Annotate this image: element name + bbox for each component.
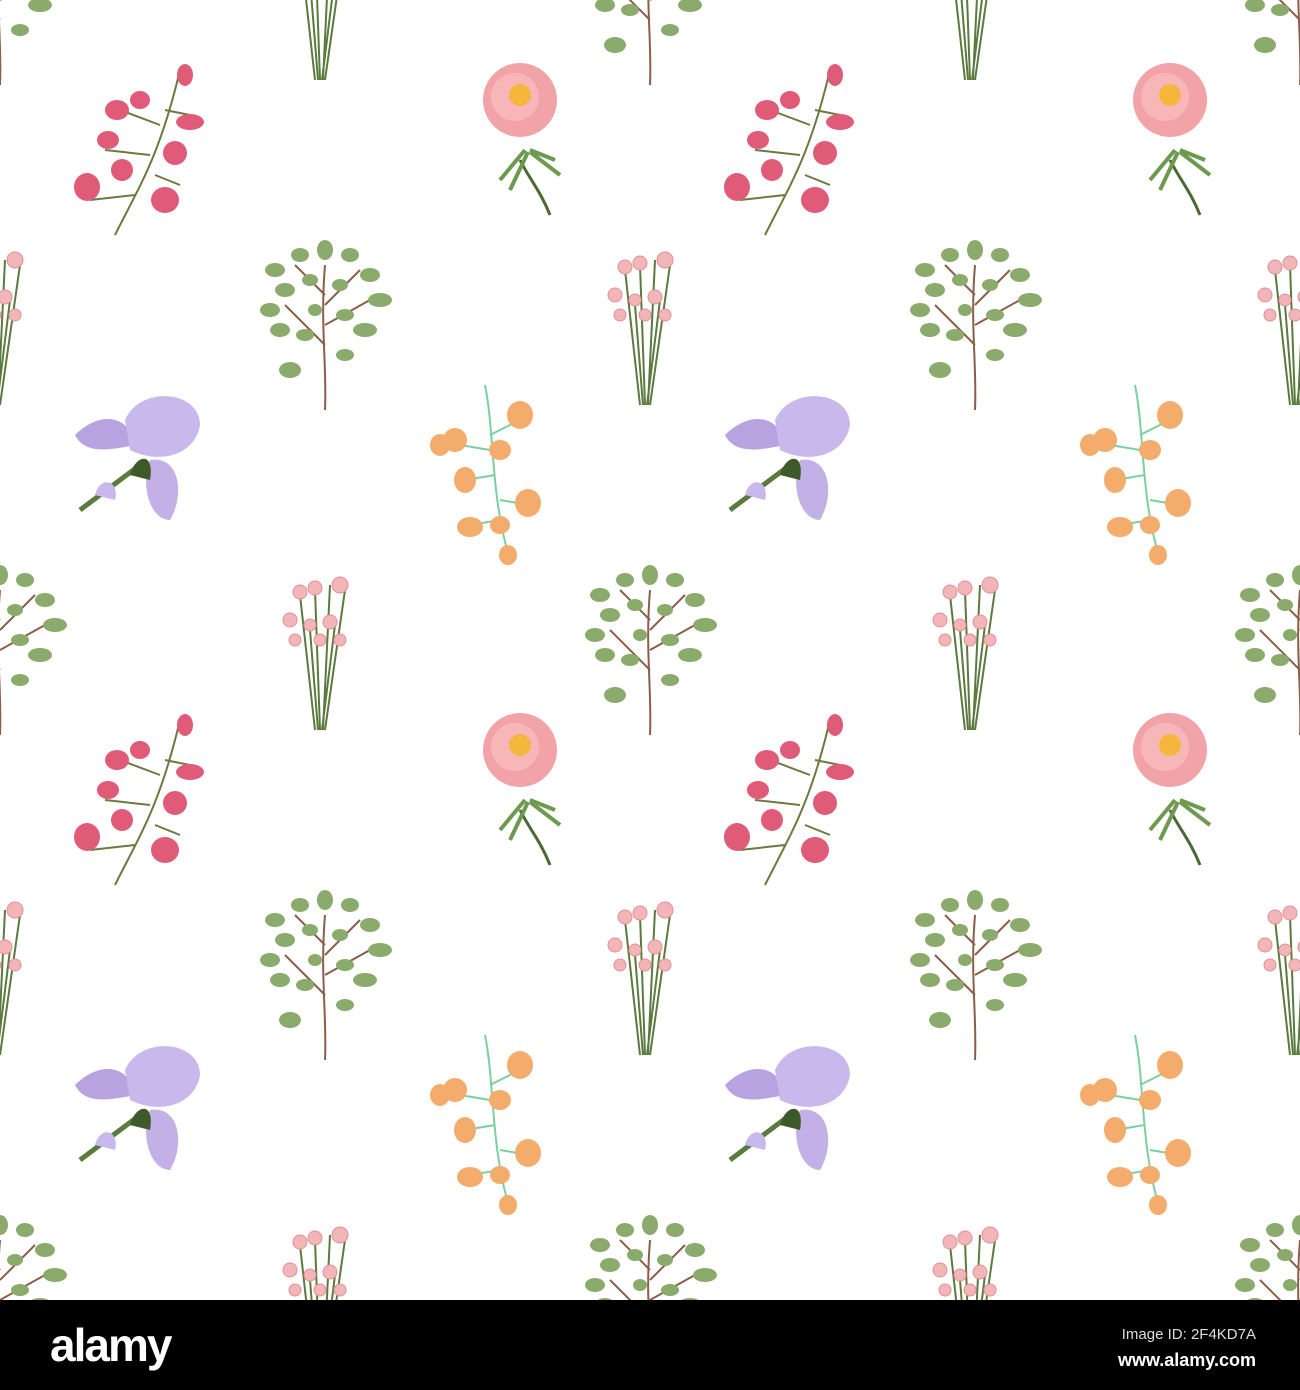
roses-motif <box>607 251 674 406</box>
orange-motif <box>1079 384 1192 566</box>
orange-motif <box>429 1034 542 1216</box>
roses-motif <box>932 576 999 731</box>
roses-motif <box>0 901 24 1056</box>
leafy-motif <box>584 564 718 736</box>
roses-motif <box>282 576 349 731</box>
iris-motif <box>75 396 200 520</box>
watermark-bar: alamy Image ID: 2F4KD7A www.alamy.com <box>0 1300 1300 1390</box>
iris-motif <box>725 396 850 520</box>
watermark-url: www.alamy.com <box>1117 1350 1256 1370</box>
leafy-motif <box>0 0 68 86</box>
leafy-motif <box>259 889 393 1061</box>
peony-motif <box>481 711 562 867</box>
leafy-motif <box>259 239 393 411</box>
leafy-motif <box>1234 564 1300 736</box>
roses-motif <box>1257 901 1300 1056</box>
orange-motif <box>1079 1034 1192 1216</box>
peony-motif <box>1131 61 1212 217</box>
leafy-motif <box>584 1214 718 1300</box>
sweetpea-motif <box>73 713 205 886</box>
leafy-motif <box>909 239 1043 411</box>
iris-motif <box>75 1046 200 1170</box>
sweetpea-motif <box>723 63 855 236</box>
leafy-motif <box>584 0 718 86</box>
sweetpea-motif <box>73 63 205 236</box>
roses-motif <box>607 901 674 1056</box>
leafy-motif <box>1234 1214 1300 1300</box>
image-id: Image ID: 2F4KD7A <box>1121 1326 1256 1343</box>
roses-motif <box>282 1226 349 1300</box>
leafy-motif <box>0 1214 68 1300</box>
alamy-logo: alamy <box>50 1319 172 1371</box>
leafy-motif <box>1234 0 1300 86</box>
roses-motif <box>282 0 349 81</box>
roses-motif <box>1257 251 1300 406</box>
roses-motif <box>932 1226 999 1300</box>
floral-pattern <box>0 0 1300 1300</box>
iris-motif <box>725 1046 850 1170</box>
peony-motif <box>481 61 562 217</box>
peony-motif <box>1131 711 1212 867</box>
leafy-motif <box>909 889 1043 1061</box>
orange-motif <box>429 384 542 566</box>
sweetpea-motif <box>723 713 855 886</box>
pattern-image: alamy Image ID: 2F4KD7A www.alamy.com <box>0 0 1300 1390</box>
roses-motif <box>0 251 24 406</box>
roses-motif <box>932 0 999 81</box>
leafy-motif <box>0 564 68 736</box>
